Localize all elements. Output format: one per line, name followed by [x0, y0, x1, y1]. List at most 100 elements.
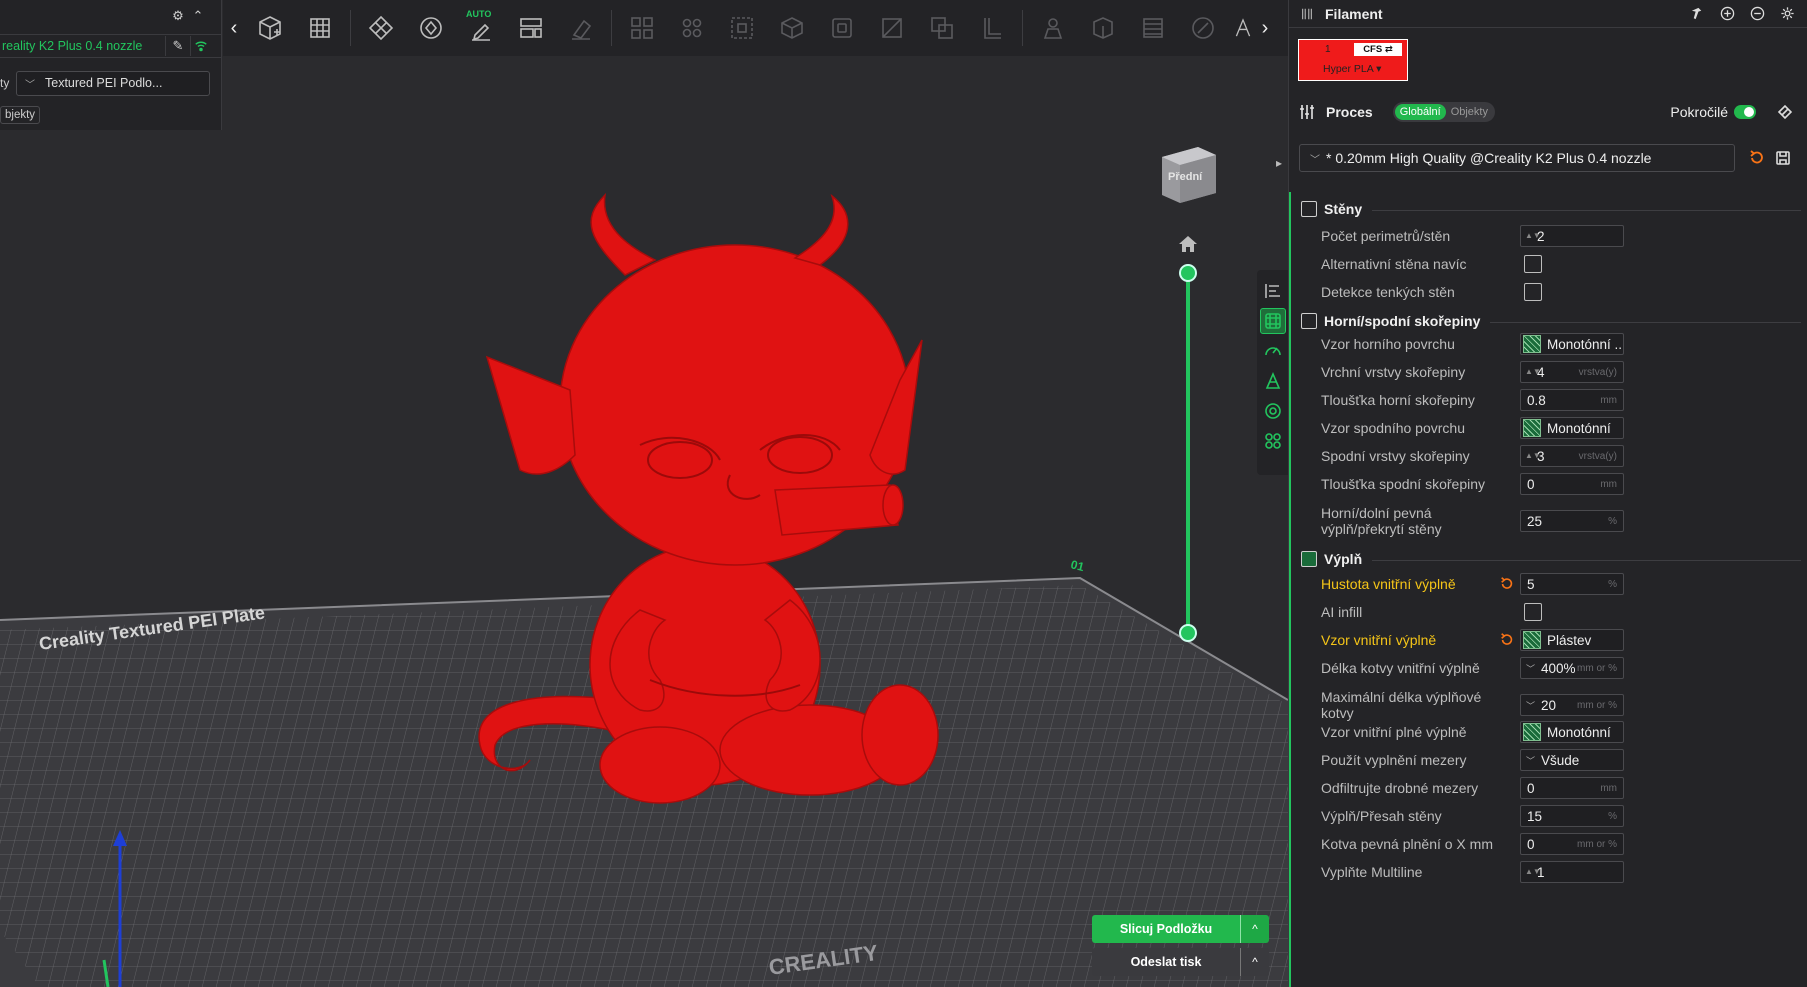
measure-icon — [1093, 17, 1113, 39]
filament-name[interactable]: Hyper PLA ▾ — [1323, 63, 1381, 75]
lift-button[interactable] — [1032, 7, 1074, 49]
sync-filament-button[interactable] — [1687, 4, 1707, 24]
top-layers-field[interactable]: ▲▼ 4 vrstva(y) — [1520, 361, 1624, 383]
layer-slider-bottom-handle[interactable] — [1179, 624, 1197, 642]
section-walls[interactable]: Stěny — [1301, 198, 1801, 220]
text-tool-button[interactable] — [1232, 7, 1254, 49]
gear-icon[interactable]: ⚙ — [168, 6, 188, 26]
solid-anchor-field[interactable]: 0 mm or % — [1520, 833, 1624, 855]
boolean-button[interactable] — [921, 7, 963, 49]
3d-viewport[interactable]: Creality Textured PEI Plate CREALITY 01 — [0, 56, 1288, 987]
seam-view-button[interactable] — [1260, 398, 1286, 424]
advanced-toggle[interactable] — [1734, 105, 1756, 119]
paint-button[interactable] — [560, 7, 602, 49]
four-dots-icon — [682, 18, 702, 38]
paint-brush-button[interactable] — [1182, 7, 1224, 49]
scale-button[interactable] — [721, 7, 763, 49]
chevron-down-icon[interactable]: ﹀ — [1521, 662, 1535, 675]
remove-filament-button[interactable] — [1747, 4, 1767, 24]
section-divider — [1490, 321, 1801, 323]
add-object-button[interactable] — [249, 7, 291, 49]
scope-objects-option[interactable]: Objekty — [1446, 104, 1493, 120]
setting-row: Spodní vrstvy skořepiny ▲▼ 3 vrstva(y) — [1321, 445, 1791, 467]
infill-density-field[interactable]: 5% — [1520, 573, 1624, 595]
layout-2-button[interactable] — [671, 7, 713, 49]
section-shells[interactable]: Horní/spodní skořepiny — [1301, 310, 1801, 332]
chevron-down-icon[interactable]: ﹀ — [1521, 754, 1535, 767]
alternate-wall-checkbox[interactable] — [1524, 255, 1542, 273]
support-button[interactable] — [971, 7, 1013, 49]
view-toolbar — [1257, 270, 1288, 475]
max-anchor-length-field[interactable]: ﹀ 20 mm or % — [1520, 694, 1624, 716]
layout-1-button[interactable] — [621, 7, 663, 49]
home-icon[interactable] — [1176, 232, 1200, 256]
speed-view-button[interactable] — [1260, 338, 1286, 364]
reset-icon[interactable] — [1499, 632, 1515, 648]
wall-loops-field[interactable]: ▲▼ 2 — [1520, 225, 1624, 247]
printer-selector[interactable]: reality K2 Plus 0.4 nozzle ✎ — [0, 34, 222, 58]
infill-pattern-select[interactable]: Plástev — [1520, 629, 1624, 651]
wifi-icon[interactable] — [191, 36, 211, 56]
layers-view-button[interactable] — [1260, 278, 1286, 304]
scope-toggle[interactable]: Globální Objekty — [1392, 102, 1495, 122]
plate-view-button[interactable] — [1259, 308, 1286, 334]
save-icon[interactable] — [1774, 149, 1792, 167]
auto-orient-button[interactable] — [410, 7, 452, 49]
spinner-icon[interactable]: ▲▼ — [1521, 368, 1541, 376]
bottom-thickness-field[interactable]: 0 mm — [1520, 473, 1624, 495]
infill-wall-overlap-field[interactable]: 15% — [1520, 805, 1624, 827]
top-pattern-select[interactable]: Monotónní ... — [1520, 333, 1624, 355]
arrange-grid-button[interactable] — [299, 7, 341, 49]
toolbar-scroll-left[interactable]: ‹ — [223, 0, 245, 56]
orient-button[interactable] — [360, 7, 402, 49]
filament-settings-button[interactable] — [1777, 4, 1797, 24]
spinner-icon[interactable]: ▲▼ — [1521, 452, 1541, 460]
toolbar-scroll-right[interactable]: › — [1254, 0, 1276, 56]
section-infill[interactable]: Výplň — [1301, 548, 1801, 570]
layer-slider-top-handle[interactable] — [1179, 264, 1197, 282]
solid-infill-overlap-field[interactable]: 25% — [1520, 510, 1624, 532]
reset-icon[interactable] — [1748, 149, 1766, 167]
layer-slider[interactable] — [1179, 264, 1197, 642]
slice-menu-button[interactable]: ^ — [1240, 915, 1269, 943]
support-view-button[interactable] — [1260, 368, 1286, 394]
field-value: 3 — [1537, 448, 1545, 464]
fill-multiline-field[interactable]: ▲▼ 1 — [1520, 861, 1624, 883]
ai-infill-checkbox[interactable] — [1524, 603, 1542, 621]
cut-button[interactable] — [871, 7, 913, 49]
spinner-icon[interactable]: ▲▼ — [1521, 232, 1541, 240]
thin-wall-checkbox[interactable] — [1524, 283, 1542, 301]
top-thickness-field[interactable]: 0.8 mm — [1520, 389, 1624, 411]
hollow-button[interactable] — [821, 7, 863, 49]
model-devil[interactable] — [478, 192, 939, 804]
spinner-icon[interactable]: ▲▼ — [1521, 868, 1541, 876]
anchor-length-field[interactable]: ﹀ 400% mm or % — [1520, 657, 1624, 679]
edit-pencil-icon[interactable]: ✎ — [165, 36, 191, 56]
collapse-up-icon[interactable]: ⌃ — [188, 6, 208, 26]
plate-type-select[interactable]: ﹀ Textured PEI Podlo... — [16, 70, 210, 96]
send-print-button[interactable]: Odeslat tisk — [1092, 948, 1240, 976]
assembly-view-button[interactable] — [1260, 428, 1286, 454]
bottom-pattern-select[interactable]: Monotónní — [1520, 417, 1624, 439]
add-filament-button[interactable] — [1717, 4, 1737, 24]
auto-arrange-button[interactable]: AUTO — [460, 7, 502, 49]
send-menu-button[interactable]: ^ — [1240, 948, 1269, 976]
reset-icon[interactable] — [1499, 576, 1515, 592]
cfs-badge[interactable]: CFS ⇄ — [1354, 43, 1402, 56]
objects-tab[interactable]: bjekty — [0, 106, 41, 124]
slice-plate-button[interactable]: Slicuj Podložku — [1092, 915, 1240, 943]
process-preset-select[interactable]: ﹀ * 0.20mm High Quality @Creality K2 Plu… — [1299, 144, 1735, 172]
chevron-down-icon[interactable]: ﹀ — [1521, 699, 1535, 712]
compare-icon[interactable] — [1776, 103, 1794, 121]
chevron-right-icon[interactable]: ▸ — [1276, 156, 1282, 170]
filament-slot-chip[interactable]: 1 CFS ⇄ Hyper PLA ▾ — [1298, 39, 1408, 81]
split-plates-button[interactable] — [510, 7, 552, 49]
measure-button[interactable] — [1082, 7, 1124, 49]
scope-global-option[interactable]: Globální — [1394, 104, 1446, 120]
bottom-layers-field[interactable]: ▲▼ 3 vrstva(y) — [1520, 445, 1624, 467]
gap-fill-select[interactable]: ﹀ Všude — [1520, 749, 1624, 771]
solid-infill-pattern-select[interactable]: Monotónní — [1520, 721, 1624, 743]
cube-box-button[interactable] — [771, 7, 813, 49]
fill-button[interactable] — [1132, 7, 1174, 49]
filter-gaps-field[interactable]: 0 mm — [1520, 777, 1624, 799]
